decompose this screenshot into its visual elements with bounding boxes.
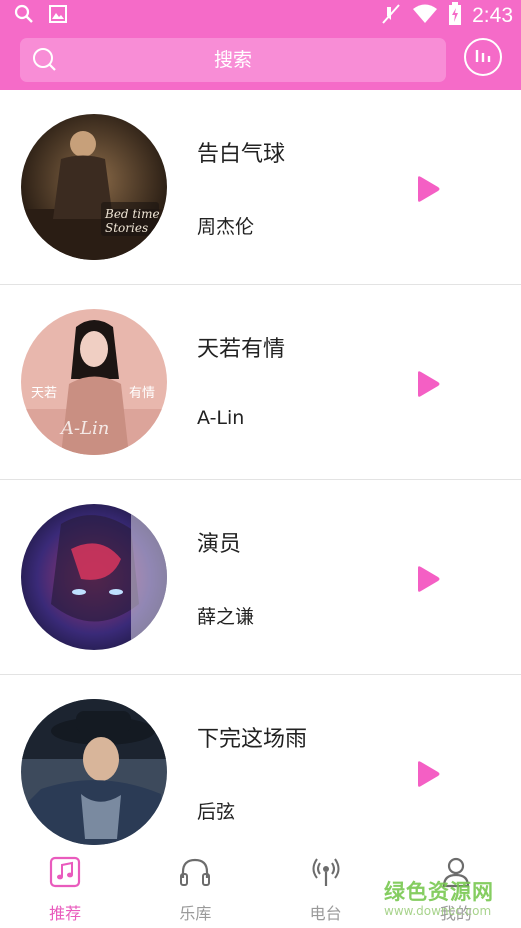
tab-library[interactable]: 乐库 [130, 846, 260, 928]
search-placeholder: 搜索 [213, 49, 252, 71]
search-header: 搜索 [0, 30, 521, 90]
tab-label: 电台 [309, 904, 342, 923]
tab-label: 乐库 [179, 904, 212, 923]
song-artist: 后弦 [197, 801, 236, 823]
song-title: 告白气球 [197, 142, 286, 167]
svg-text:A-Lin: A-Lin [59, 418, 109, 439]
mute-icon [380, 3, 402, 29]
list-item[interactable]: Bed time Stories 告白气球 周杰伦 [0, 90, 521, 285]
play-button[interactable] [412, 369, 442, 399]
search-icon [14, 4, 34, 28]
music-note-icon [49, 856, 81, 892]
play-button[interactable] [412, 759, 442, 789]
play-icon [418, 176, 440, 202]
song-artist: 周杰伦 [197, 216, 255, 238]
clock: 2:43 [472, 4, 513, 27]
list-item[interactable]: 天若 有情 A-Lin 天若有情 A-Lin [0, 285, 521, 480]
album-cover [21, 504, 167, 650]
svg-text:有情: 有情 [129, 386, 155, 401]
watermark-url: www.downcc.com [384, 904, 492, 918]
album-cover: Bed time Stories [21, 114, 167, 260]
song-title: 天若有情 [197, 337, 286, 362]
play-button[interactable] [412, 174, 442, 204]
wifi-icon [412, 3, 438, 29]
song-title: 演员 [197, 532, 242, 557]
album-cover [21, 699, 167, 845]
watermark: 绿色资源网 www.downcc.com [384, 876, 514, 918]
play-icon [418, 761, 440, 787]
list-item[interactable]: 演员 薛之谦 [0, 480, 521, 675]
song-artist: 薛之谦 [197, 606, 255, 628]
image-icon [48, 4, 68, 28]
play-icon [418, 371, 440, 397]
tab-radio[interactable]: 电台 [261, 846, 391, 928]
song-list: Bed time Stories 告白气球 周杰伦 天若 有情 A-Lin 天若… [0, 90, 521, 870]
svg-text:Bed time: Bed time [104, 207, 160, 221]
equalizer-icon [473, 46, 493, 68]
tab-label: 推荐 [49, 904, 82, 923]
play-button[interactable] [412, 564, 442, 594]
list-item[interactable]: 下完这场雨 后弦 [0, 675, 521, 870]
svg-text:天若: 天若 [31, 385, 57, 401]
equalizer-button[interactable] [464, 38, 502, 76]
radio-icon [310, 856, 342, 892]
play-icon [418, 566, 440, 592]
search-input[interactable]: 搜索 [20, 38, 446, 82]
tab-recommend[interactable]: 推荐 [0, 846, 130, 928]
battery-charging-icon [448, 2, 462, 30]
svg-text:Stories: Stories [105, 221, 148, 235]
watermark-text: 绿色资源网 [384, 880, 494, 904]
song-artist: A-Lin [197, 407, 245, 429]
status-bar: 2:43 [0, 0, 521, 30]
song-title: 下完这场雨 [197, 727, 308, 752]
album-cover: 天若 有情 A-Lin [21, 309, 167, 455]
headphones-icon [178, 856, 212, 892]
